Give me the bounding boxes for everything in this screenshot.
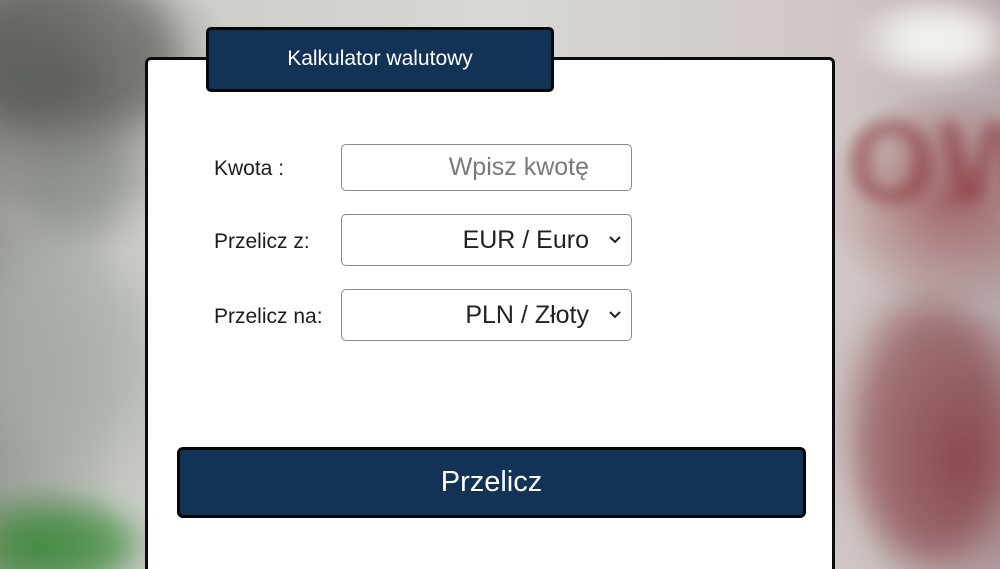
from-currency-select[interactable]: EUR / Euro bbox=[341, 214, 632, 266]
background-blob bbox=[850, 300, 1000, 560]
chevron-down-icon bbox=[609, 311, 621, 319]
convert-button[interactable]: Przelicz bbox=[177, 447, 806, 518]
from-currency-label: Przelicz z: bbox=[214, 230, 310, 253]
background-blob bbox=[0, 510, 140, 569]
calculator-title: Kalkulator walutowy bbox=[287, 46, 473, 70]
to-currency-value: PLN / Złoty bbox=[465, 300, 589, 329]
amount-input-placeholder: Wpisz kwotę bbox=[448, 153, 589, 181]
convert-button-label: Przelicz bbox=[440, 466, 543, 498]
background-blob bbox=[880, 10, 1000, 70]
background-blob bbox=[0, 250, 140, 450]
amount-input[interactable]: Wpisz kwotę bbox=[341, 144, 632, 191]
calculator-title-tab: Kalkulator walutowy bbox=[206, 27, 554, 92]
background-blurred-text: OW bbox=[845, 100, 1000, 228]
to-currency-select[interactable]: PLN / Złoty bbox=[341, 289, 632, 341]
chevron-down-icon bbox=[609, 236, 621, 244]
amount-label: Kwota : bbox=[214, 157, 285, 180]
to-currency-label: Przelicz na: bbox=[214, 305, 323, 328]
from-currency-value: EUR / Euro bbox=[462, 225, 589, 254]
background-blob bbox=[20, 120, 140, 240]
